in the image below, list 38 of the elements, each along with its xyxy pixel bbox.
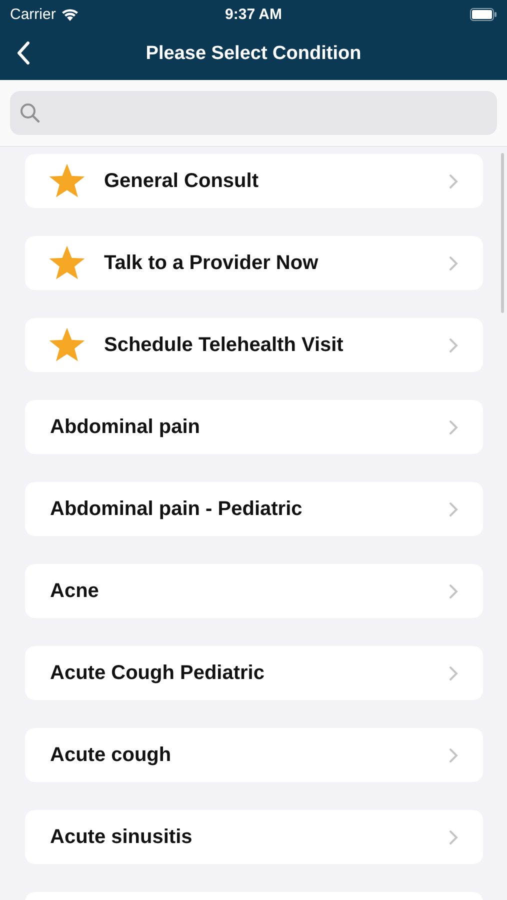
back-icon[interactable]	[16, 41, 30, 65]
condition-label: Talk to a Provider Now	[104, 252, 320, 274]
condition-label: General Consult	[104, 170, 260, 192]
search-icon	[20, 103, 40, 123]
battery-icon	[470, 8, 497, 20]
condition-label: Schedule Telehealth Visit	[104, 334, 344, 356]
condition-label: Acute sinusitis	[50, 826, 194, 848]
star-icon	[48, 327, 86, 363]
condition-item[interactable]: Acne	[25, 564, 483, 618]
chevron-icon	[449, 830, 458, 844]
star-icon	[48, 163, 86, 199]
condition-item[interactable]: Talk to a Provider Now	[25, 236, 483, 290]
condition-item[interactable]: Acute cough	[25, 728, 483, 782]
carrier-label: Carrier	[10, 6, 56, 22]
condition-item[interactable]: Abdominal pain	[25, 400, 483, 454]
nav-title: Please Select Condition	[146, 43, 362, 65]
chevron-icon	[449, 748, 458, 762]
condition-item[interactable]: General Consult	[25, 154, 483, 208]
condition-item[interactable]: Acute sinusitis	[25, 810, 483, 864]
chevron-icon	[449, 256, 458, 270]
condition-item[interactable]: Abdominal pain - Pediatric	[25, 482, 483, 536]
condition-label: Acute cough	[50, 744, 172, 766]
condition-label: Abdominal pain - Pediatric	[50, 498, 304, 520]
condition-item[interactable]: Acute Cough Pediatric	[25, 646, 483, 700]
status-time: 9:37 AM	[225, 6, 282, 22]
search-field[interactable]	[10, 91, 497, 135]
chevron-icon	[449, 502, 458, 516]
condition-label: Abdominal pain	[50, 416, 201, 438]
chevron-icon	[449, 174, 458, 188]
condition-label: Acne	[50, 580, 100, 602]
chevron-icon	[449, 584, 458, 598]
star-icon	[48, 245, 86, 281]
chevron-icon	[449, 666, 458, 680]
condition-item[interactable]: Schedule Telehealth Visit	[25, 318, 483, 372]
chevron-icon	[449, 338, 458, 352]
wifi-icon	[60, 8, 79, 20]
chevron-icon	[449, 420, 458, 434]
condition-label: Acute Cough Pediatric	[50, 662, 266, 684]
